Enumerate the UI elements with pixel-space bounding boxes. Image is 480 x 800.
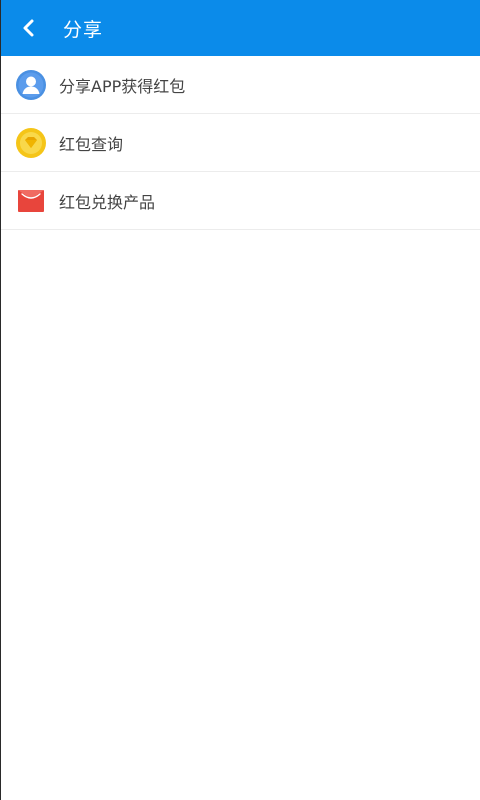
menu-item-label: 红包兑换产品	[59, 192, 156, 212]
chevron-left-icon	[23, 19, 34, 37]
menu-item-share-app[interactable]: 分享APP获得红包	[1, 56, 480, 114]
page-title: 分享	[63, 18, 104, 41]
back-button[interactable]	[1, 0, 57, 56]
menu-list: 分享APP获得红包 红包查询 红包兑换产品	[1, 56, 480, 230]
red-envelope-icon	[16, 186, 46, 216]
share-screen: 分享 分享APP获得红包 红包查询 红包兑换产品	[0, 0, 480, 800]
diamond-coin-icon	[16, 127, 46, 158]
app-bar: 分享	[1, 0, 480, 56]
menu-item-redpacket-query[interactable]: 红包查询	[1, 114, 480, 172]
menu-item-label: 红包查询	[59, 134, 124, 154]
menu-item-label: 分享APP获得红包	[59, 76, 186, 96]
user-avatar-icon	[16, 69, 46, 100]
menu-item-redpacket-exchange[interactable]: 红包兑换产品	[1, 172, 480, 230]
